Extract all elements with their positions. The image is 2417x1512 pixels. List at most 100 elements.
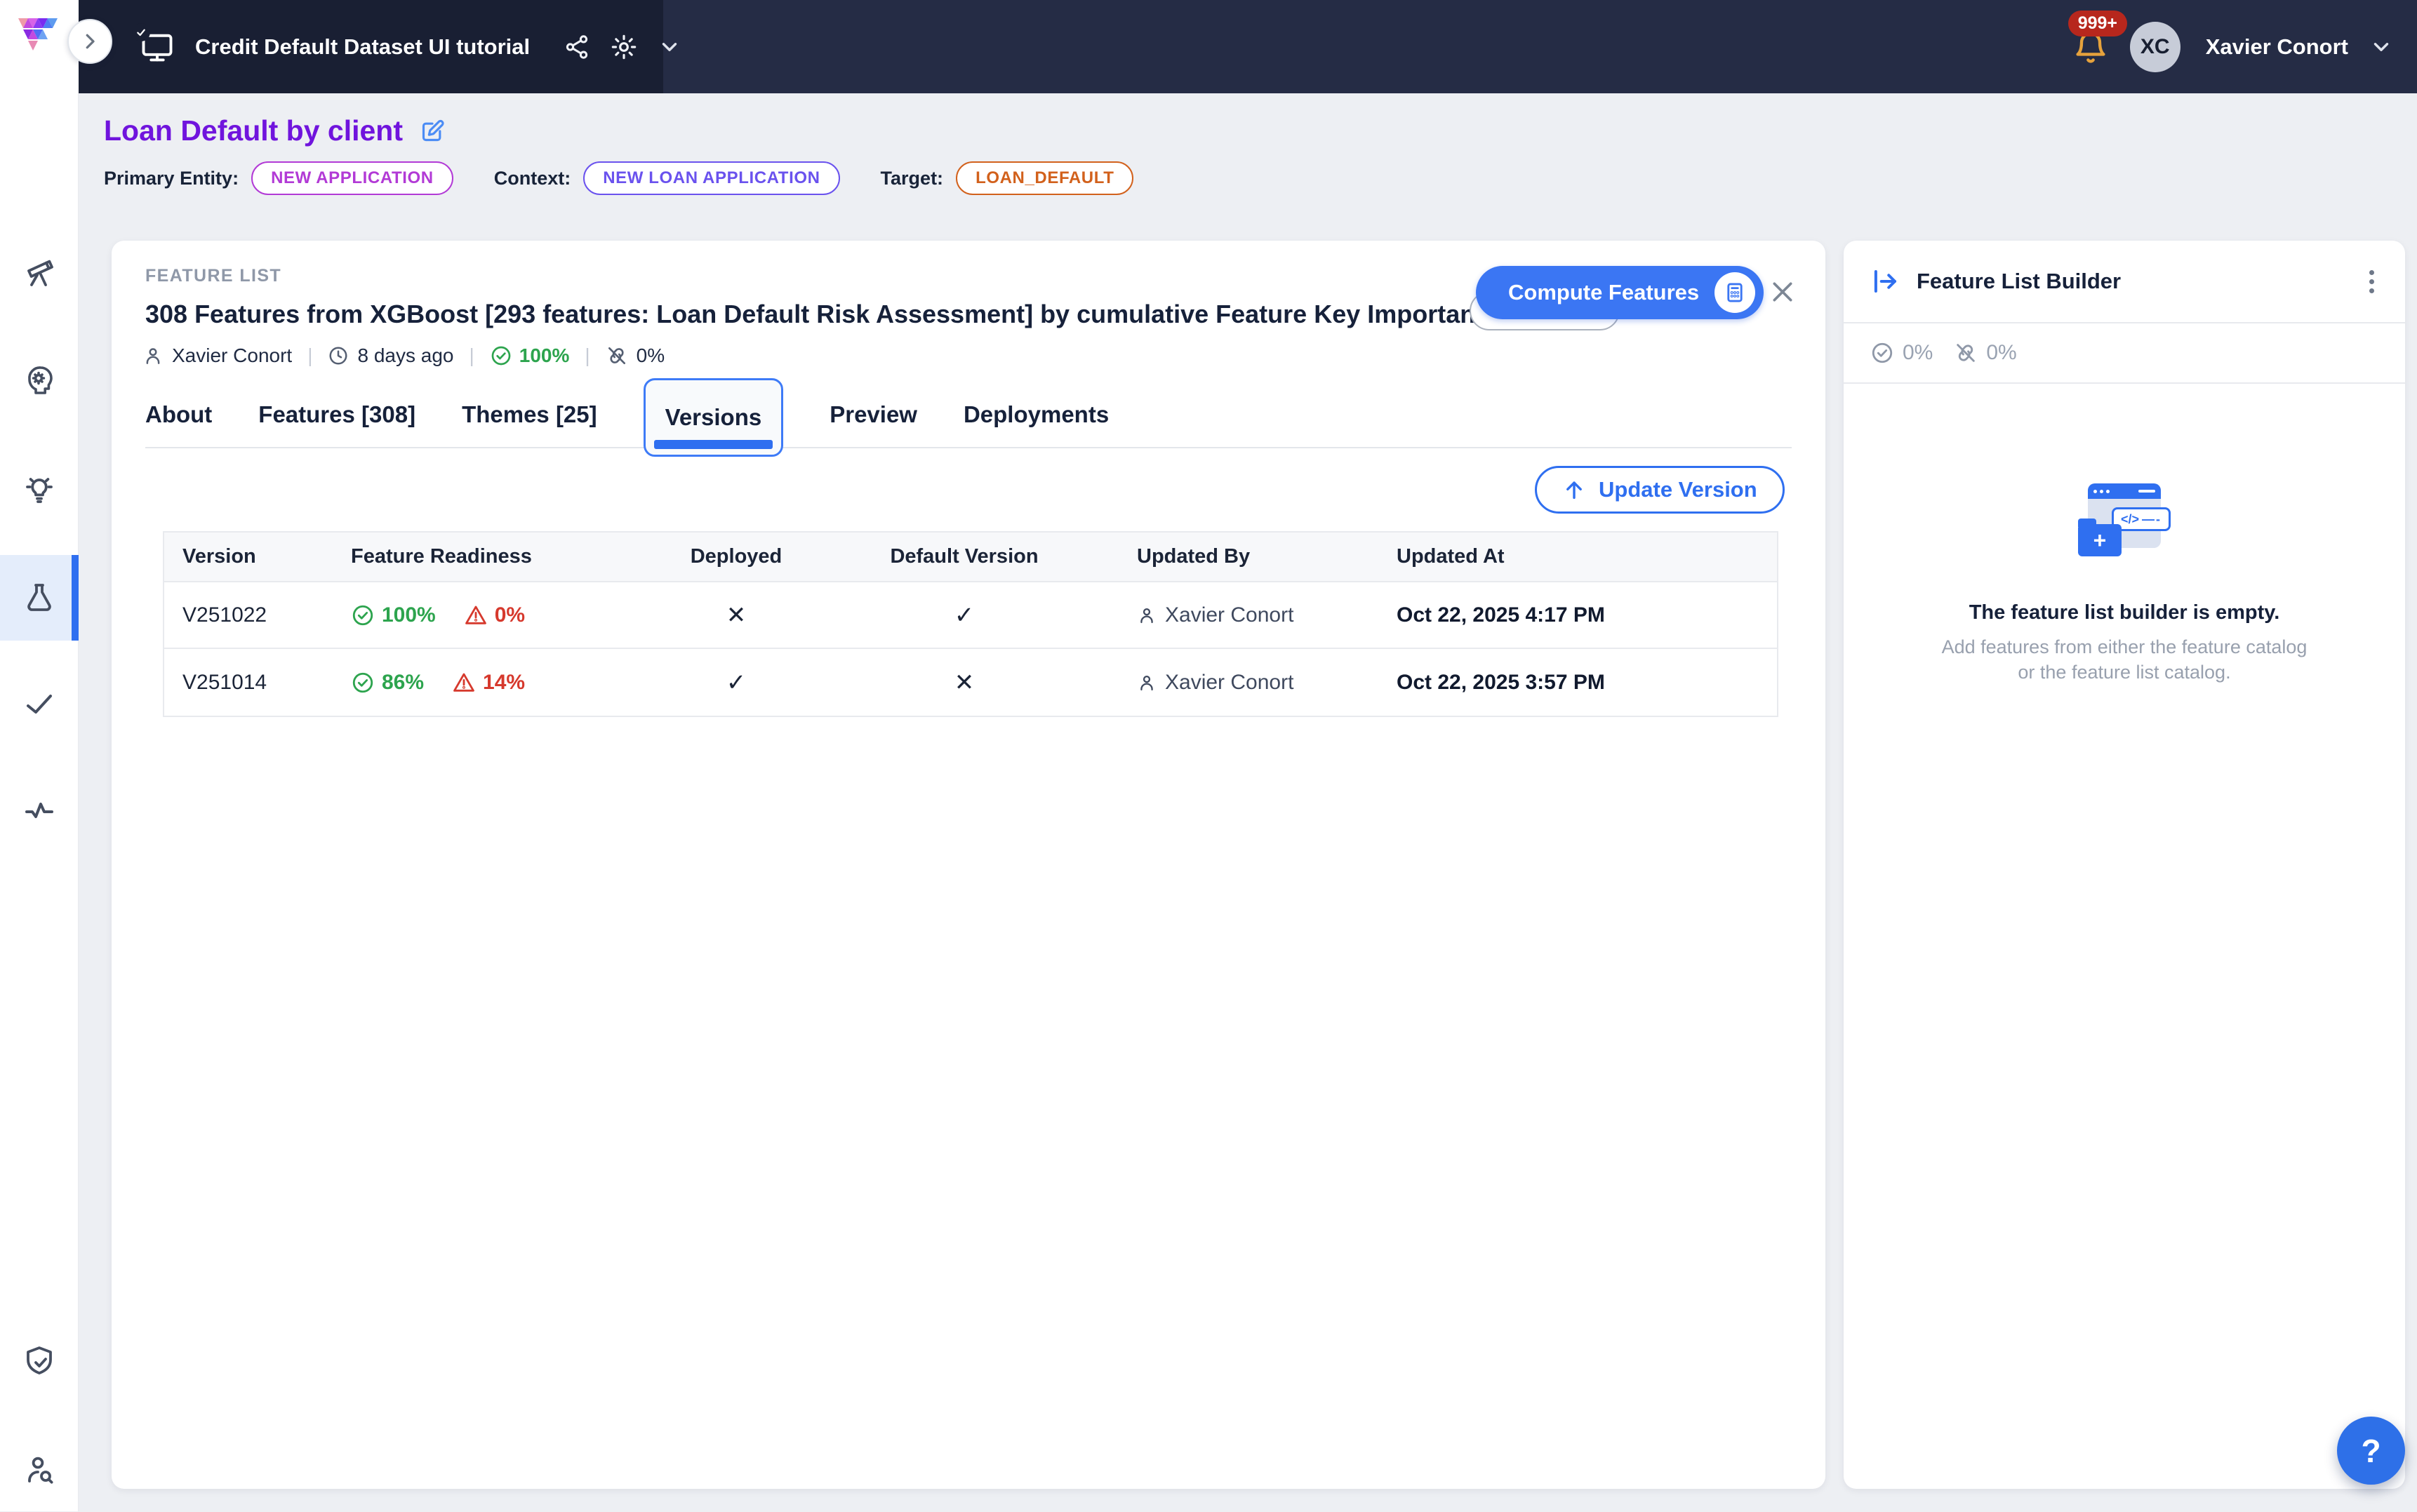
sidebar-item-insights[interactable] xyxy=(0,446,79,532)
top-bar: Credit Default Dataset UI tutorial 999+ … xyxy=(79,0,2417,93)
link-slash-icon xyxy=(606,344,628,367)
help-button[interactable]: ? xyxy=(2337,1417,2405,1485)
entity-label: Primary Entity: xyxy=(104,168,239,189)
builder-empty-state: </>—- + The feature list builder is empt… xyxy=(1844,483,2405,685)
page-title: Loan Default by client xyxy=(104,114,403,147)
user-menu-chevron-down-icon[interactable] xyxy=(2369,35,2393,59)
builder-stats: 0% 0% xyxy=(1844,323,2405,382)
sidebar-nav xyxy=(0,93,79,1511)
sidebar-item-governance[interactable] xyxy=(0,1318,79,1403)
warning-triangle-icon xyxy=(452,671,476,695)
default-version-cell: ✓ xyxy=(810,601,1119,629)
panel-eyebrow: FEATURE LIST xyxy=(145,266,281,286)
compute-features-button[interactable]: Compute Features xyxy=(1476,266,1764,319)
feature-list-updated-ago: 8 days ago xyxy=(357,344,453,367)
updated-at-cell: Oct 22, 2025 3:57 PM xyxy=(1378,671,1777,695)
person-icon xyxy=(1137,606,1157,625)
head-gear-icon xyxy=(22,363,56,397)
builder-empty-title: The feature list builder is empty. xyxy=(1872,601,2377,624)
builder-title: Feature List Builder xyxy=(1917,269,2348,294)
sidebar-collapse-button[interactable] xyxy=(67,19,112,64)
feature-list-author: Xavier Conort xyxy=(172,344,292,367)
app-root: Credit Default Dataset UI tutorial 999+ … xyxy=(0,0,2417,1511)
project-check-badge-icon xyxy=(132,23,150,41)
tab-deployments[interactable]: Deployments xyxy=(964,381,1109,448)
x-icon: ✕ xyxy=(954,669,975,697)
notifications-bell-icon[interactable]: 999+ xyxy=(2072,29,2109,65)
telescope-icon xyxy=(22,256,56,290)
builder-empty-subtitle: Add features from either the feature cat… xyxy=(1872,634,2377,685)
feature-list-title: 308 Features from XGBoost [293 features:… xyxy=(145,300,1576,329)
entity-badges-row: Primary Entity: NEW APPLICATION Context: NE… xyxy=(104,161,1133,195)
check-icon: ✓ xyxy=(726,669,747,697)
check-icon xyxy=(22,687,56,721)
feature-list-readiness-pct: 100% xyxy=(519,344,570,367)
entity-pill[interactable]: NEW APPLICATION xyxy=(251,161,453,195)
sidebar-item-knowledge[interactable] xyxy=(0,337,79,423)
project-chevron-down-icon[interactable] xyxy=(658,35,681,59)
sidebar-item-monitoring[interactable] xyxy=(0,768,79,853)
feature-list-panel: FEATURE LIST 308 Features from XGBoost [… xyxy=(112,241,1825,1489)
versions-table-header: VersionFeature ReadinessDeployedDefault … xyxy=(164,533,1777,582)
feature-list-meta: Xavier Conort | 8 days ago | 100% | 0% xyxy=(142,344,665,367)
warning-triangle-icon xyxy=(464,603,488,627)
close-panel-icon[interactable] xyxy=(1766,276,1799,308)
updated-by-cell: Xavier Conort xyxy=(1119,671,1378,695)
version-cell: V251014 xyxy=(164,671,333,695)
column-header: Feature Readiness xyxy=(333,545,662,568)
app-logo[interactable] xyxy=(0,0,79,93)
version-cell: V251022 xyxy=(164,603,333,627)
updated-by-cell: Xavier Conort xyxy=(1119,603,1378,627)
column-header: Updated At xyxy=(1378,545,1777,568)
check-icon: ✓ xyxy=(954,601,975,629)
sidebar-item-explore[interactable] xyxy=(0,230,79,316)
arrow-up-icon xyxy=(1562,478,1586,502)
shield-check-icon xyxy=(22,1344,56,1377)
versions-table: VersionFeature ReadinessDeployedDefault … xyxy=(163,531,1778,717)
column-header: Updated By xyxy=(1119,545,1378,568)
sidebar-item-approvals[interactable] xyxy=(0,661,79,747)
project-name: Credit Default Dataset UI tutorial xyxy=(195,34,530,60)
user-avatar[interactable]: XC xyxy=(2130,22,2180,72)
tab-features-308[interactable]: Features [308] xyxy=(258,381,415,448)
builder-readiness-pct: 0% xyxy=(1903,341,1933,365)
entity-badge-group: Context: NEW LOAN APPLICATION xyxy=(494,161,840,195)
column-header: Version xyxy=(164,545,333,568)
updated-at-cell: Oct 22, 2025 4:17 PM xyxy=(1378,603,1777,627)
edit-pencil-icon[interactable] xyxy=(418,117,446,145)
column-header: Deployed xyxy=(662,545,810,568)
default-version-cell: ✕ xyxy=(810,669,1119,697)
kebab-menu-icon[interactable] xyxy=(2365,266,2378,297)
tab-themes-25[interactable]: Themes [25] xyxy=(462,381,597,448)
feature-readiness-cell: 86%14% xyxy=(333,671,662,695)
monitor-icon xyxy=(138,29,177,65)
chevron-right-icon xyxy=(79,31,100,52)
circle-check-icon xyxy=(490,344,512,367)
person-icon xyxy=(142,345,164,366)
flask-icon xyxy=(22,581,56,615)
calculator-icon xyxy=(1714,272,1755,313)
deployed-cell: ✕ xyxy=(662,601,810,629)
update-version-button[interactable]: Update Version xyxy=(1535,466,1785,514)
x-icon: ✕ xyxy=(726,601,747,629)
user-name: Xavier Conort xyxy=(2206,34,2348,60)
sidebar-item-experiments[interactable] xyxy=(0,555,79,641)
entity-pill[interactable]: NEW LOAN APPLICATION xyxy=(583,161,839,195)
activity-icon xyxy=(22,794,56,827)
project-switcher[interactable]: Credit Default Dataset UI tutorial xyxy=(79,0,663,93)
feature-list-builder-panel: Feature List Builder 0% 0% </>—- + The f… xyxy=(1844,241,2405,1489)
tab-versions[interactable]: Versions xyxy=(644,378,784,457)
sidebar-item-user-search[interactable] xyxy=(0,1426,79,1512)
version-table-row[interactable]: V251022100%0%✕✓Xavier ConortOct 22, 2025… xyxy=(164,582,1777,649)
share-icon[interactable] xyxy=(564,34,590,60)
entity-pill[interactable]: LOAN_DEFAULT xyxy=(956,161,1133,195)
entity-label: Context: xyxy=(494,168,571,189)
panel-expand-arrow-icon[interactable] xyxy=(1870,267,1900,296)
settings-gear-icon[interactable] xyxy=(610,33,638,61)
person-icon xyxy=(1137,673,1157,693)
entity-label: Target: xyxy=(881,168,944,189)
tab-preview[interactable]: Preview xyxy=(830,381,917,448)
entity-badge-group: Target: LOAN_DEFAULT xyxy=(881,161,1134,195)
version-table-row[interactable]: V25101486%14% ✓ ✕ Xavier ConortOct 22, 2025… xyxy=(164,649,1777,716)
tab-about[interactable]: About xyxy=(145,381,212,448)
